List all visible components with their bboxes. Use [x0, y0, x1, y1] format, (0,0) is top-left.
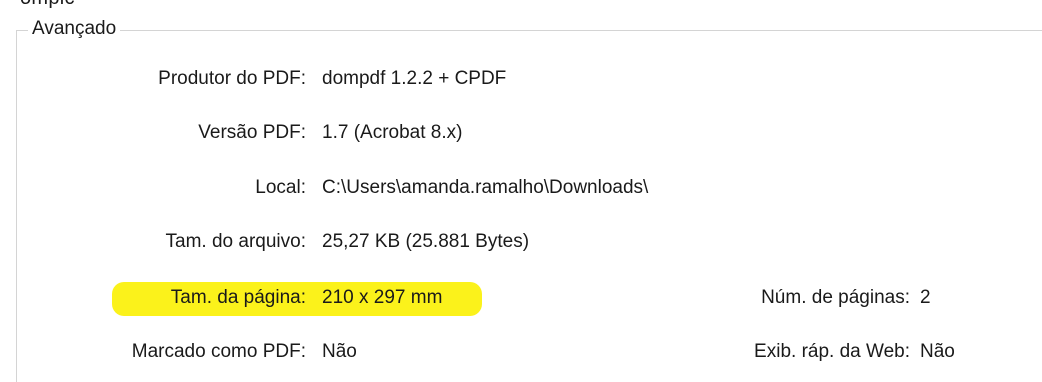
- page-size-value: 210 x 297 mm: [322, 287, 443, 308]
- fast-web-view-label: Exib. ráp. da Web:: [754, 341, 910, 362]
- file-size-label: Tam. do arquivo:: [165, 231, 306, 252]
- location-label: Local:: [255, 177, 306, 198]
- group-title: Avançado: [28, 16, 121, 42]
- page-count-label: Núm. de páginas:: [761, 287, 910, 308]
- document-properties-advanced: ompic Avançado Produtor do PDF: dompdf 1…: [0, 0, 1042, 382]
- cut-off-text: ompic: [20, 0, 75, 10]
- page-count-value: 2: [920, 287, 931, 308]
- fast-web-view-value: Não: [920, 341, 955, 362]
- pdf-version-label: Versão PDF:: [198, 122, 306, 143]
- pdf-version-value: 1.7 (Acrobat 8.x): [322, 122, 463, 143]
- file-size-value: 25,27 KB (25.881 Bytes): [322, 231, 530, 252]
- producer-value: dompdf 1.2.2 + CPDF: [322, 68, 507, 89]
- location-value: C:\Users\amanda.ramalho\Downloads\: [322, 177, 649, 198]
- tagged-pdf-value: Não: [322, 341, 357, 362]
- producer-label: Produtor do PDF:: [158, 68, 306, 89]
- page-size-label: Tam. da página:: [170, 287, 306, 308]
- tagged-pdf-label: Marcado como PDF:: [131, 341, 306, 362]
